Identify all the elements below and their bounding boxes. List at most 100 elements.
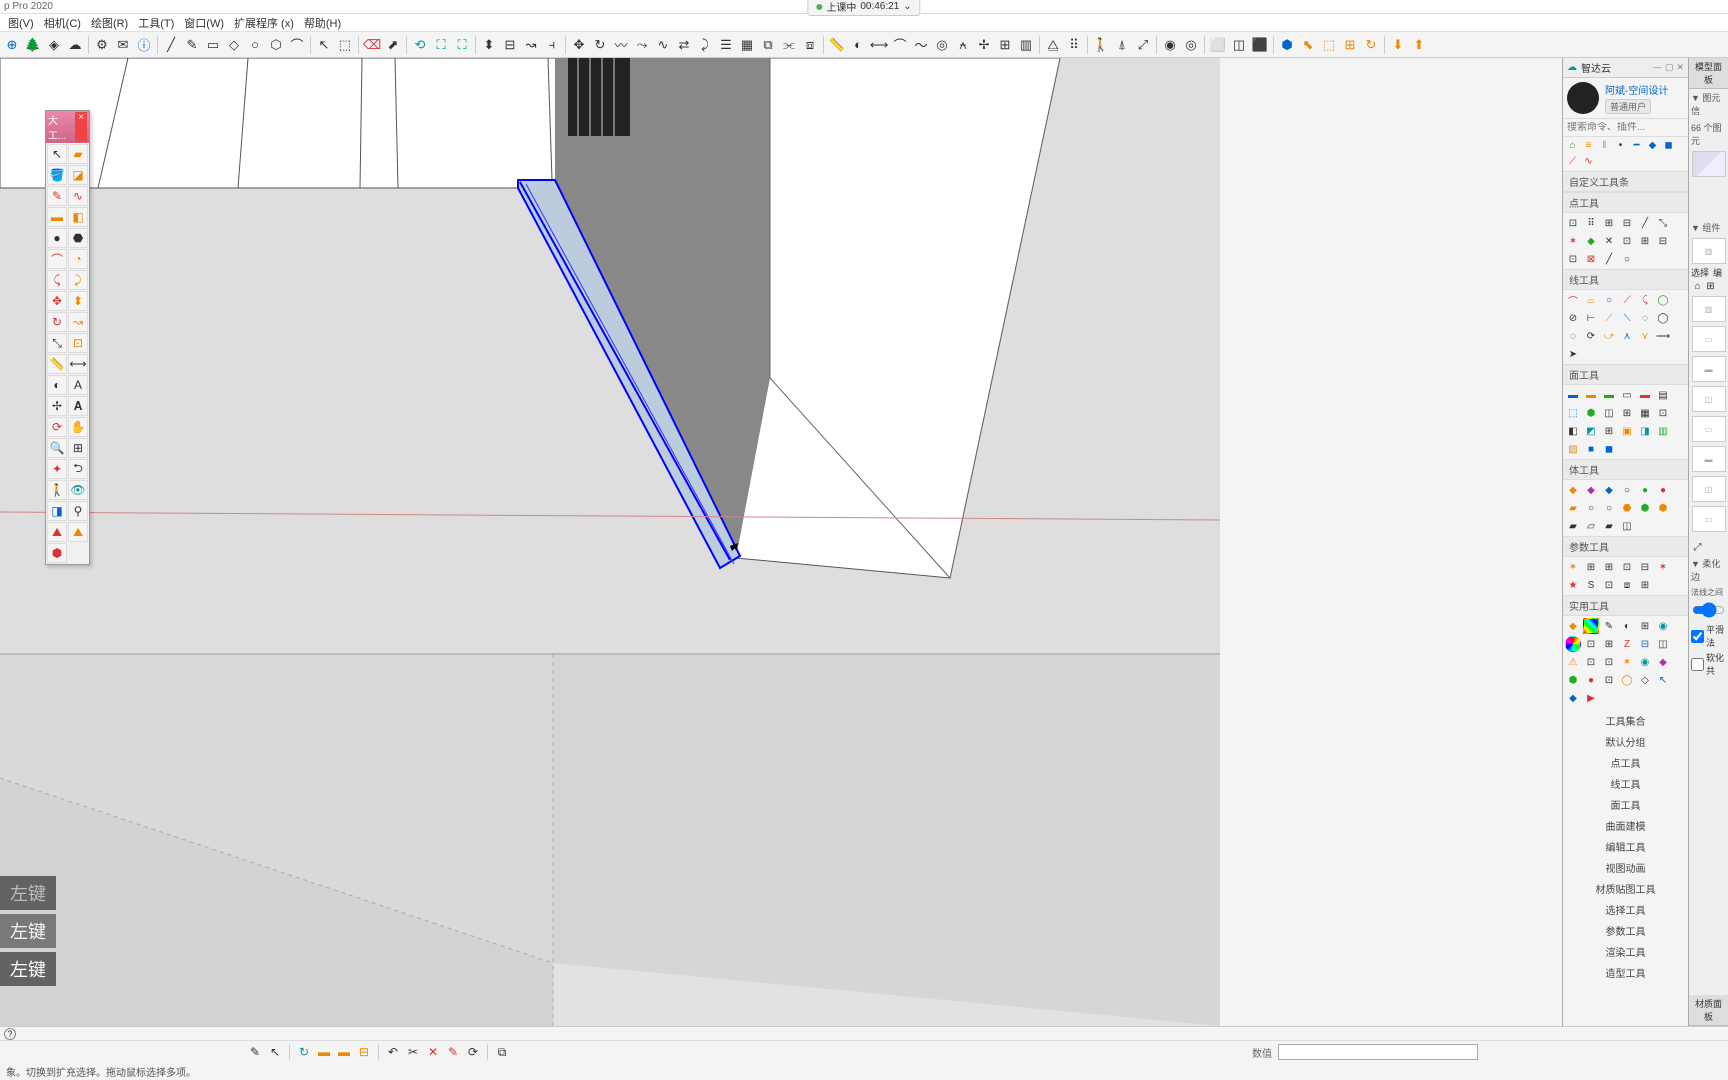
paint-icon[interactable]: 🪣 xyxy=(47,165,67,185)
bd9-icon[interactable]: ○ xyxy=(1601,500,1617,516)
ln11-icon[interactable]: ◌ xyxy=(1637,310,1653,326)
pt9-icon[interactable]: ✕ xyxy=(1601,233,1617,249)
styles-icon[interactable]: ◫ xyxy=(1229,35,1249,55)
axes2-icon[interactable]: ✢ xyxy=(47,396,67,416)
bd7-icon[interactable]: ▰ xyxy=(1565,500,1581,516)
box-icon[interactable]: ▰ xyxy=(68,144,88,164)
color-icon[interactable] xyxy=(1583,618,1599,634)
ut6-icon[interactable]: ◉ xyxy=(1655,618,1671,634)
followme-icon[interactable]: ↝ xyxy=(521,35,541,55)
bd16-icon[interactable]: ◫ xyxy=(1619,518,1635,534)
curve-icon[interactable]: ∿ xyxy=(68,186,88,206)
bend-icon[interactable]: ⤸ xyxy=(695,35,715,55)
path-icon[interactable]: ⤳ xyxy=(632,35,652,55)
pt5-icon[interactable]: ╱ xyxy=(1637,215,1653,231)
ut22-icon[interactable]: ◯ xyxy=(1619,672,1635,688)
sb-box2-icon[interactable]: ▬ xyxy=(335,1043,353,1061)
fc19-icon[interactable]: ▧ xyxy=(1565,441,1581,457)
lines2-icon[interactable]: ‖ xyxy=(1598,139,1611,152)
arc4-icon[interactable]: ⤸ xyxy=(68,270,88,290)
poly2-icon[interactable]: ⬣ xyxy=(68,228,88,248)
fc21-icon[interactable]: ◼ xyxy=(1601,441,1617,457)
component-icon[interactable]: ⬚ xyxy=(335,35,355,55)
fc10-icon[interactable]: ⊞ xyxy=(1619,405,1635,421)
rrect-icon[interactable]: ◧ xyxy=(68,207,88,227)
sandbox1-icon[interactable]: ⛰ xyxy=(47,522,67,542)
viewport[interactable]: 大工... × ↖▰ 🪣◪ ✎∿ ▬◧ ●⬣ ⌒◔ ⤹⤸ ✥⬍ ↻↝ ⤡⊡ 📏⟷… xyxy=(0,58,1220,1026)
ut9-icon[interactable]: ⊞ xyxy=(1601,636,1617,652)
ut17-icon[interactable]: ◉ xyxy=(1637,654,1653,670)
ln12-icon[interactable]: ◯ xyxy=(1655,310,1671,326)
bd12-icon[interactable]: ⬢ xyxy=(1655,500,1671,516)
circle2-icon[interactable]: ● xyxy=(47,228,67,248)
dim2-icon[interactable]: ⟷ xyxy=(68,354,88,374)
arc-icon[interactable]: ⌒ xyxy=(287,35,307,55)
zoom-icon[interactable]: 🔍 xyxy=(47,438,67,458)
tree-item[interactable]: 编辑工具 xyxy=(1563,836,1688,857)
bd15-icon[interactable]: ▰ xyxy=(1601,518,1617,534)
pm4-icon[interactable]: ⊡ xyxy=(1619,559,1635,575)
zoomwin-icon[interactable]: ⊞ xyxy=(68,438,88,458)
bd13-icon[interactable]: ▰ xyxy=(1565,518,1581,534)
avatar[interactable] xyxy=(1567,82,1599,114)
grid2-icon[interactable]: ⊞ xyxy=(1704,280,1717,293)
scale-icon[interactable]: ⫞ xyxy=(542,35,562,55)
ln18-icon[interactable]: ⟶ xyxy=(1655,328,1671,344)
ln14-icon[interactable]: ⟳ xyxy=(1583,328,1599,344)
ln17-icon[interactable]: ⋎ xyxy=(1637,328,1653,344)
fc2-icon[interactable]: ▬ xyxy=(1583,387,1599,403)
comp-item[interactable]: ▭ xyxy=(1692,416,1726,442)
sb-undo-icon[interactable]: ↶ xyxy=(384,1043,402,1061)
menu-window[interactable]: 窗口(W) xyxy=(180,15,228,31)
sb-box3-icon[interactable]: ⊟ xyxy=(355,1043,373,1061)
fc18-icon[interactable]: ▥ xyxy=(1655,423,1671,439)
ut11-icon[interactable]: ⊟ xyxy=(1637,636,1653,652)
lines-icon[interactable]: ≡ xyxy=(1582,139,1595,152)
slash-icon[interactable]: ⟋ xyxy=(1566,155,1579,168)
menu-view[interactable]: 图(V) xyxy=(4,15,38,31)
look-icon[interactable]: 👁 xyxy=(68,480,88,500)
target-icon[interactable]: ◎ xyxy=(932,35,952,55)
swap-icon[interactable]: ⇄ xyxy=(674,35,694,55)
fc12-icon[interactable]: ⊡ xyxy=(1655,405,1671,421)
fc16-icon[interactable]: ▣ xyxy=(1619,423,1635,439)
pencil-icon[interactable]: ✎ xyxy=(47,186,67,206)
fc4-icon[interactable]: ▭ xyxy=(1619,387,1635,403)
comp-item[interactable]: ▭ xyxy=(1692,326,1726,352)
select-icon[interactable]: ↖ xyxy=(314,35,334,55)
tree-item[interactable]: 线工具 xyxy=(1563,773,1688,794)
ln15-icon[interactable]: ⤻ xyxy=(1601,328,1617,344)
soften-slider[interactable] xyxy=(1692,602,1725,618)
render2-icon[interactable]: ◎ xyxy=(1181,35,1201,55)
bd8-icon[interactable]: ○ xyxy=(1583,500,1599,516)
tape-icon[interactable]: 📏 xyxy=(827,35,847,55)
stamp-icon[interactable]: ⬢ xyxy=(47,543,67,563)
fc13-icon[interactable]: ◧ xyxy=(1565,423,1581,439)
ut25-icon[interactable]: ◆ xyxy=(1565,690,1581,706)
pm5-icon[interactable]: ⊟ xyxy=(1637,559,1653,575)
comp-item[interactable]: ◫ xyxy=(1692,386,1726,412)
protractor-icon[interactable]: ◐ xyxy=(848,35,868,55)
ln1-icon[interactable]: ⌒ xyxy=(1565,292,1581,308)
tree-item[interactable]: 默认分组 xyxy=(1563,731,1688,752)
sq-icon[interactable]: ◼ xyxy=(1662,139,1675,152)
text-icon[interactable]: ⍲ xyxy=(953,35,973,55)
sandbox2-icon[interactable]: ⛰ xyxy=(68,522,88,542)
sb-edit-icon[interactable]: ✎ xyxy=(444,1043,462,1061)
sb-select-icon[interactable]: ↖ xyxy=(266,1043,284,1061)
position-icon[interactable]: ⚲ xyxy=(68,501,88,521)
fc9-icon[interactable]: ◫ xyxy=(1601,405,1617,421)
prot2-icon[interactable]: ◐ xyxy=(47,375,67,395)
layout-icon[interactable]: ⬜ xyxy=(1208,35,1228,55)
recording-badge[interactable]: 上课中 00:46:21 ⌄ xyxy=(807,0,920,16)
curve3-icon[interactable]: ∿ xyxy=(1582,155,1595,168)
comp-item[interactable]: ▬ xyxy=(1692,446,1726,472)
compass-icon[interactable]: ⍋ xyxy=(1112,35,1132,55)
orbit-icon[interactable]: ⟳ xyxy=(47,417,67,437)
eraser-icon[interactable]: ⌫ xyxy=(362,35,382,55)
axes-icon[interactable]: ✢ xyxy=(974,35,994,55)
pt15-icon[interactable]: ╱ xyxy=(1601,251,1617,267)
pt8-icon[interactable]: ◆ xyxy=(1583,233,1599,249)
restore-icon[interactable]: ▢ xyxy=(1665,62,1674,73)
chain-icon[interactable]: ⫘ xyxy=(779,35,799,55)
